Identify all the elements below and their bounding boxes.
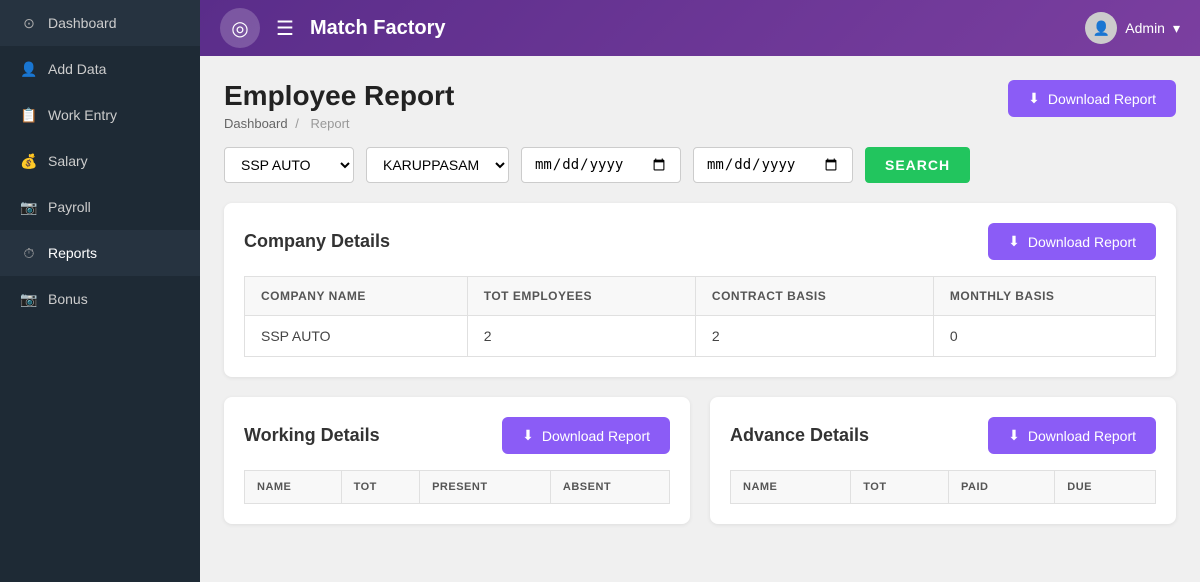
topbar: ◎ ☰ Match Factory 👤 Admin ▾ <box>200 0 1200 56</box>
company-download-label: Download Report <box>1028 234 1136 250</box>
table-header-row: NAME TOT PAID DUE <box>731 471 1156 504</box>
sidebar-item-dashboard[interactable]: ⊙ Dashboard <box>0 0 200 46</box>
cell-monthly-basis: 0 <box>933 316 1155 357</box>
col-contract-basis: CONTRACT BASIS <box>695 277 933 316</box>
sidebar: ⊙ Dashboard 👤 Add Data 📋 Work Entry 💰 Sa… <box>0 0 200 582</box>
company-filter[interactable]: SSP AUTO <box>224 147 354 183</box>
breadcrumb-sep: / <box>295 116 299 131</box>
app-title: Match Factory <box>310 17 1069 40</box>
date-from-input[interactable] <box>521 147 681 183</box>
download-icon: ⬇ <box>1028 90 1040 107</box>
bonus-icon: 📷 <box>20 290 38 308</box>
advance-details-table: NAME TOT PAID DUE <box>730 470 1156 504</box>
company-card-title: Company Details <box>244 231 390 252</box>
add-data-icon: 👤 <box>20 60 38 78</box>
filters-bar: SSP AUTO KARUPPASAM SEARCH <box>224 147 1176 183</box>
sidebar-item-label: Salary <box>48 153 88 169</box>
reports-icon: ⏱ <box>20 244 38 262</box>
sidebar-item-label: Reports <box>48 245 97 261</box>
breadcrumb-current: Report <box>310 116 349 131</box>
company-download-button[interactable]: ⬇ Download Report <box>988 223 1156 260</box>
dashboard-icon: ⊙ <box>20 14 38 32</box>
table-header-row: COMPANY NAME TOT EMPLOYEES CONTRACT BASI… <box>245 277 1156 316</box>
sidebar-item-label: Work Entry <box>48 107 117 123</box>
work-entry-icon: 📋 <box>20 106 38 124</box>
table-row: SSP AUTO 2 2 0 <box>245 316 1156 357</box>
header-download-label: Download Report <box>1048 91 1156 107</box>
menu-icon[interactable]: ☰ <box>276 16 294 41</box>
working-download-button[interactable]: ⬇ Download Report <box>502 417 670 454</box>
avatar: 👤 <box>1085 12 1117 44</box>
page-content: Employee Report Dashboard / Report ⬇ Dow… <box>200 56 1200 582</box>
cell-company-name: SSP AUTO <box>245 316 468 357</box>
sidebar-item-payroll[interactable]: 📷 Payroll <box>0 184 200 230</box>
advance-download-label: Download Report <box>1028 428 1136 444</box>
sidebar-item-label: Dashboard <box>48 15 117 31</box>
col-paid: PAID <box>949 471 1055 504</box>
bottom-cards-row: Working Details ⬇ Download Report NAME T… <box>224 397 1176 544</box>
sidebar-item-label: Payroll <box>48 199 91 215</box>
col-company-name: COMPANY NAME <box>245 277 468 316</box>
col-due: DUE <box>1055 471 1156 504</box>
sidebar-item-label: Add Data <box>48 61 106 77</box>
page-title-block: Employee Report Dashboard / Report <box>224 80 454 131</box>
user-menu[interactable]: 👤 Admin ▾ <box>1085 12 1180 44</box>
col-absent: ABSENT <box>550 471 669 504</box>
col-name: NAME <box>731 471 851 504</box>
working-download-label: Download Report <box>542 428 650 444</box>
col-tot-employees: TOT EMPLOYEES <box>467 277 695 316</box>
employee-filter[interactable]: KARUPPASAM <box>366 147 509 183</box>
col-present: PRESENT <box>420 471 551 504</box>
company-card-header: Company Details ⬇ Download Report <box>244 223 1156 260</box>
salary-icon: 💰 <box>20 152 38 170</box>
advance-details-card: Advance Details ⬇ Download Report NAME T… <box>710 397 1176 524</box>
user-label: Admin <box>1125 20 1165 36</box>
download-icon: ⬇ <box>1008 427 1020 444</box>
working-details-card: Working Details ⬇ Download Report NAME T… <box>224 397 690 524</box>
col-monthly-basis: MONTHLY BASIS <box>933 277 1155 316</box>
sidebar-item-bonus[interactable]: 📷 Bonus <box>0 276 200 322</box>
page-header: Employee Report Dashboard / Report ⬇ Dow… <box>224 80 1176 131</box>
advance-card-header: Advance Details ⬇ Download Report <box>730 417 1156 454</box>
advance-download-button[interactable]: ⬇ Download Report <box>988 417 1156 454</box>
sidebar-item-work-entry[interactable]: 📋 Work Entry <box>0 92 200 138</box>
sidebar-item-reports[interactable]: ⏱ Reports <box>0 230 200 276</box>
col-name: NAME <box>245 471 342 504</box>
sidebar-item-label: Bonus <box>48 291 88 307</box>
sidebar-item-add-data[interactable]: 👤 Add Data <box>0 46 200 92</box>
download-icon: ⬇ <box>522 427 534 444</box>
page-title: Employee Report <box>224 80 454 112</box>
date-to-input[interactable] <box>693 147 853 183</box>
cell-contract-basis: 2 <box>695 316 933 357</box>
breadcrumb: Dashboard / Report <box>224 116 454 131</box>
search-button[interactable]: SEARCH <box>865 147 970 183</box>
col-tot: TOT <box>341 471 420 504</box>
advance-card-title: Advance Details <box>730 425 869 446</box>
company-details-card: Company Details ⬇ Download Report COMPAN… <box>224 203 1176 377</box>
header-download-button[interactable]: ⬇ Download Report <box>1008 80 1176 117</box>
working-card-header: Working Details ⬇ Download Report <box>244 417 670 454</box>
col-tot: TOT <box>851 471 949 504</box>
cell-tot-employees: 2 <box>467 316 695 357</box>
payroll-icon: 📷 <box>20 198 38 216</box>
user-dropdown-icon: ▾ <box>1173 20 1180 37</box>
company-details-table: COMPANY NAME TOT EMPLOYEES CONTRACT BASI… <box>244 276 1156 357</box>
main-area: ◎ ☰ Match Factory 👤 Admin ▾ Employee Rep… <box>200 0 1200 582</box>
working-details-table: NAME TOT PRESENT ABSENT <box>244 470 670 504</box>
sidebar-item-salary[interactable]: 💰 Salary <box>0 138 200 184</box>
download-icon: ⬇ <box>1008 233 1020 250</box>
table-header-row: NAME TOT PRESENT ABSENT <box>245 471 670 504</box>
breadcrumb-home[interactable]: Dashboard <box>224 116 288 131</box>
working-card-title: Working Details <box>244 425 380 446</box>
app-logo: ◎ <box>220 8 260 48</box>
